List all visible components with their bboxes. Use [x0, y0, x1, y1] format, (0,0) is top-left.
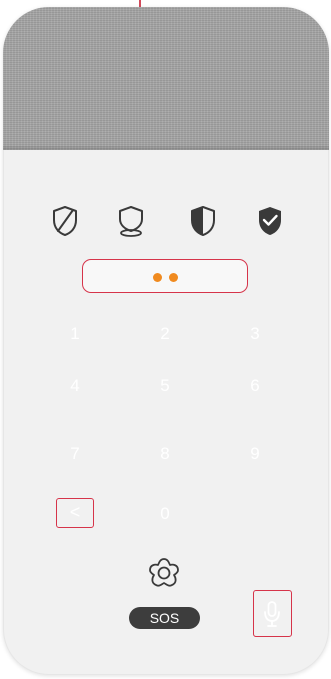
- keypad-key-7[interactable]: 7: [55, 438, 95, 470]
- backspace-button[interactable]: <: [56, 498, 94, 528]
- mic-button[interactable]: [253, 590, 292, 637]
- shield-location-icon[interactable]: [116, 204, 146, 238]
- keypad-key-1[interactable]: 1: [55, 318, 95, 350]
- keypad-device: 1 2 3 4 5 6 7 8 9 < 0 SOS: [3, 7, 329, 675]
- keypad-key-8[interactable]: 8: [145, 438, 185, 470]
- sos-button[interactable]: SOS: [129, 607, 200, 629]
- keypad-key-6[interactable]: 6: [235, 370, 275, 402]
- code-display: [82, 259, 248, 293]
- keypad-key-3[interactable]: 3: [235, 318, 275, 350]
- speaker-fabric: [3, 7, 329, 150]
- code-dot: [169, 273, 178, 282]
- keypad-key-4[interactable]: 4: [55, 370, 95, 402]
- flower-sos-icon[interactable]: [147, 556, 181, 590]
- keypad-key-2[interactable]: 2: [145, 318, 185, 350]
- security-mode-row: [3, 204, 329, 240]
- code-dot: [153, 273, 162, 282]
- keypad-key-9[interactable]: 9: [235, 438, 275, 470]
- shield-check-icon[interactable]: [255, 204, 285, 238]
- keypad-key-5[interactable]: 5: [145, 370, 185, 402]
- shield-half-icon[interactable]: [188, 204, 218, 238]
- keypad-key-0[interactable]: 0: [145, 498, 185, 530]
- shield-slash-icon[interactable]: [50, 204, 80, 238]
- microphone-icon: [264, 601, 280, 627]
